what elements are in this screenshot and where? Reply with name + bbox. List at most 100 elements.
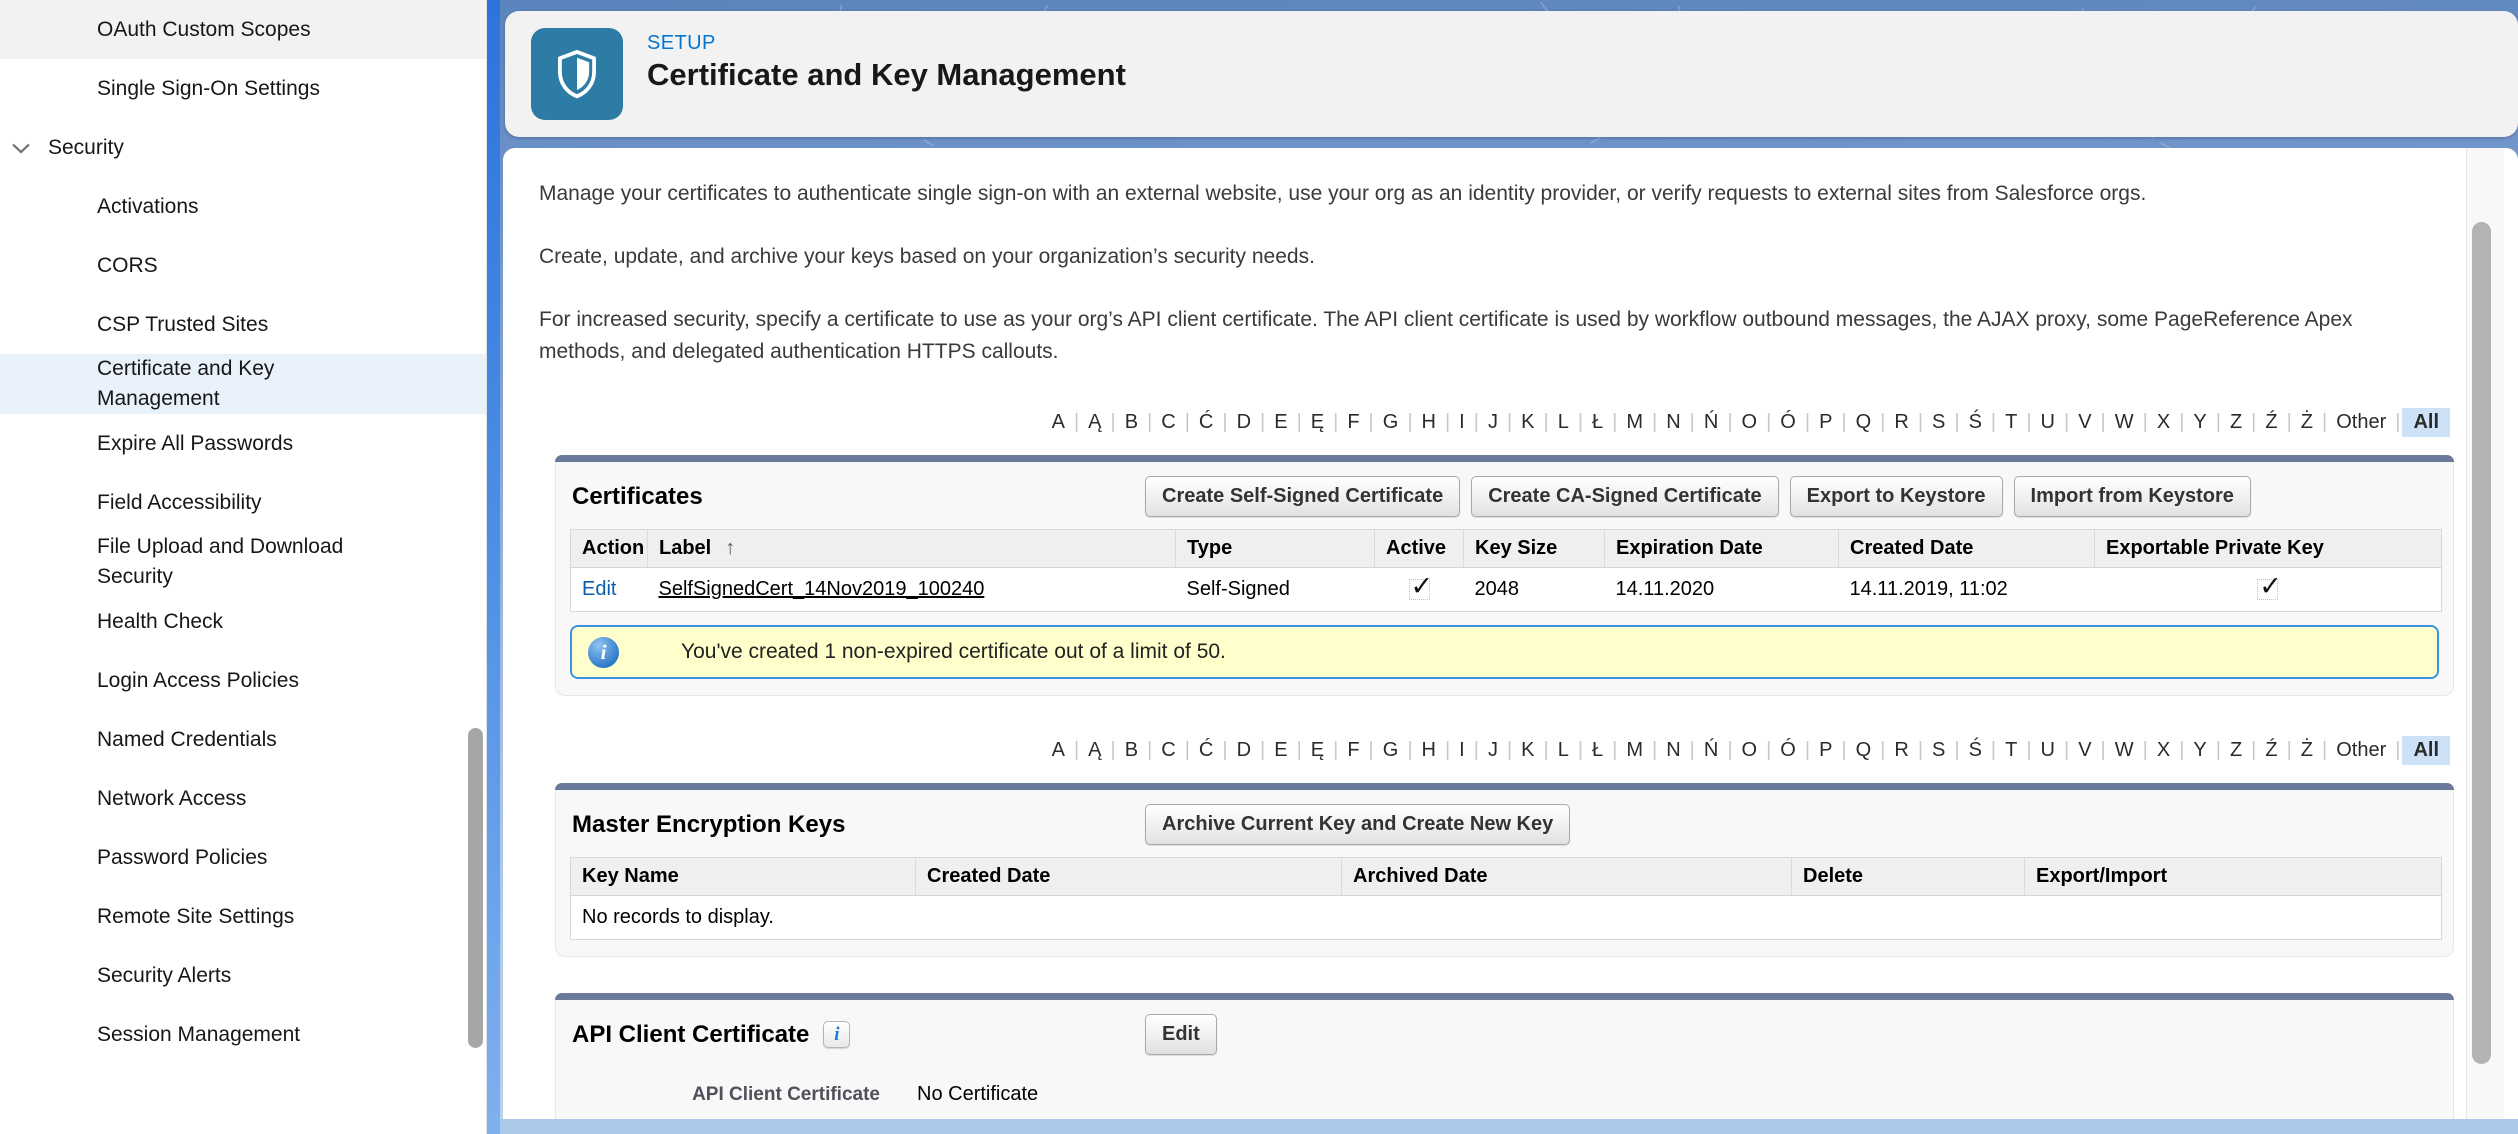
column-header-label[interactable]: Label↑: [648, 530, 1176, 568]
sidebar-item-login-access-policies[interactable]: Login Access Policies: [0, 651, 486, 710]
column-header-expiration-date[interactable]: Expiration Date: [1605, 530, 1839, 568]
info-icon-button[interactable]: i: [823, 1021, 850, 1048]
letter-link-[interactable]: Ę: [1302, 736, 1333, 765]
letter-link-g[interactable]: G: [1374, 408, 1408, 437]
sidebar-item-password-policies[interactable]: Password Policies: [0, 828, 486, 887]
sidebar-item-oauth-custom-scopes[interactable]: OAuth Custom Scopes: [0, 0, 486, 59]
content-scrollbar-thumb[interactable]: [2472, 222, 2491, 1064]
letter-link-l[interactable]: L: [1549, 736, 1578, 765]
letter-link-[interactable]: Ł: [1583, 408, 1612, 437]
sidebar-item-activations[interactable]: Activations: [0, 177, 486, 236]
edit-link[interactable]: Edit: [582, 578, 616, 600]
letter-link-[interactable]: Ę: [1302, 408, 1333, 437]
sidebar-item-csp-trusted-sites[interactable]: CSP Trusted Sites: [0, 295, 486, 354]
letter-link-n[interactable]: N: [1657, 736, 1689, 765]
letter-link-c[interactable]: C: [1152, 408, 1184, 437]
letter-link-w[interactable]: W: [2106, 408, 2143, 437]
column-header-key-name[interactable]: Key Name: [571, 858, 916, 896]
letter-link-l[interactable]: L: [1549, 408, 1578, 437]
letter-link-[interactable]: Ż: [2292, 408, 2322, 437]
column-header-active[interactable]: Active: [1375, 530, 1464, 568]
column-header-delete[interactable]: Delete: [1792, 858, 2025, 896]
sidebar-item-remote-site-settings[interactable]: Remote Site Settings: [0, 887, 486, 946]
letter-link-s[interactable]: S: [1923, 736, 1954, 765]
letter-link-f[interactable]: F: [1338, 408, 1368, 437]
letter-link-[interactable]: Ó: [1771, 736, 1805, 765]
sidebar-item-certificate-and-key-management[interactable]: Certificate and Key Management: [0, 354, 486, 414]
sidebar-item-expire-all-passwords[interactable]: Expire All Passwords: [0, 414, 486, 473]
edit-button[interactable]: Edit: [1145, 1014, 1217, 1055]
letter-link-other[interactable]: Other: [2327, 736, 2395, 765]
sidebar-item-named-credentials[interactable]: Named Credentials: [0, 710, 486, 769]
letter-link-k[interactable]: K: [1512, 736, 1543, 765]
letter-link-[interactable]: Ź: [2256, 736, 2286, 765]
letter-link-z[interactable]: Z: [2221, 736, 2251, 765]
letter-link-y[interactable]: Y: [2184, 736, 2215, 765]
import-from-keystore-button[interactable]: Import from Keystore: [2014, 476, 2251, 517]
column-header-export-import[interactable]: Export/Import: [2025, 858, 2442, 896]
letter-link-r[interactable]: R: [1885, 736, 1917, 765]
sidebar-item-security-alerts[interactable]: Security Alerts: [0, 946, 486, 1005]
letter-link-m[interactable]: M: [1617, 408, 1652, 437]
letter-link-[interactable]: Ł: [1583, 736, 1612, 765]
letter-link-[interactable]: Ó: [1771, 408, 1805, 437]
column-header-key-size[interactable]: Key Size: [1464, 530, 1605, 568]
letter-link-i[interactable]: I: [1450, 408, 1474, 437]
export-to-keystore-button[interactable]: Export to Keystore: [1790, 476, 2003, 517]
letter-link-u[interactable]: U: [2032, 736, 2064, 765]
letter-link-h[interactable]: H: [1413, 408, 1445, 437]
letter-link-[interactable]: Ś: [1960, 736, 1991, 765]
letter-link-x[interactable]: X: [2148, 736, 2179, 765]
column-header-archived-date[interactable]: Archived Date: [1342, 858, 1792, 896]
letter-link-[interactable]: Ą: [1079, 736, 1110, 765]
letter-link-d[interactable]: D: [1228, 408, 1260, 437]
content-scrollbar-track[interactable]: [2466, 148, 2504, 1120]
letter-link-s[interactable]: S: [1923, 408, 1954, 437]
letter-link-[interactable]: Ć: [1190, 736, 1222, 765]
letter-link-v[interactable]: V: [2069, 736, 2100, 765]
certificate-label-link[interactable]: SelfSignedCert_14Nov2019_100240: [659, 578, 985, 600]
create-self-signed-certificate-button[interactable]: Create Self-Signed Certificate: [1145, 476, 1460, 517]
sidebar-scrollbar-thumb[interactable]: [468, 728, 483, 1048]
letter-link-u[interactable]: U: [2032, 408, 2064, 437]
sidebar-item-session-management[interactable]: Session Management: [0, 1005, 486, 1064]
letter-link-[interactable]: Ń: [1695, 408, 1727, 437]
letter-link-m[interactable]: M: [1617, 736, 1652, 765]
letter-link-z[interactable]: Z: [2221, 408, 2251, 437]
letter-link-v[interactable]: V: [2069, 408, 2100, 437]
letter-link-[interactable]: Ń: [1695, 736, 1727, 765]
sidebar-item-field-accessibility[interactable]: Field Accessibility: [0, 473, 486, 532]
sidebar-item-health-check[interactable]: Health Check: [0, 592, 486, 651]
sidebar-item-security[interactable]: Security: [0, 118, 486, 177]
letter-link-q[interactable]: Q: [1847, 408, 1881, 437]
letter-link-g[interactable]: G: [1374, 736, 1408, 765]
letter-link-o[interactable]: O: [1733, 408, 1767, 437]
letter-link-[interactable]: Ą: [1079, 408, 1110, 437]
archive-current-key-and-create-new-key-button[interactable]: Archive Current Key and Create New Key: [1145, 804, 1570, 845]
letter-link-[interactable]: Ż: [2292, 736, 2322, 765]
sidebar-item-cors[interactable]: CORS: [0, 236, 486, 295]
letter-link-e[interactable]: E: [1265, 408, 1296, 437]
column-header-action[interactable]: Action: [571, 530, 648, 568]
create-ca-signed-certificate-button[interactable]: Create CA-Signed Certificate: [1471, 476, 1778, 517]
letter-link-q[interactable]: Q: [1847, 736, 1881, 765]
sidebar-item-file-upload-and-download-security[interactable]: File Upload and Download Security: [0, 532, 486, 592]
letter-link-other[interactable]: Other: [2327, 408, 2395, 437]
letter-link-c[interactable]: C: [1152, 736, 1184, 765]
letter-link-i[interactable]: I: [1450, 736, 1474, 765]
letter-link-[interactable]: Ź: [2256, 408, 2286, 437]
letter-link-t[interactable]: T: [1996, 408, 2026, 437]
column-header-created-date[interactable]: Created Date: [1839, 530, 2095, 568]
letter-link-h[interactable]: H: [1413, 736, 1445, 765]
letter-link-a[interactable]: A: [1043, 408, 1074, 437]
letter-link-p[interactable]: P: [1810, 736, 1841, 765]
letter-link-t[interactable]: T: [1996, 736, 2026, 765]
column-header-exportable-private-key[interactable]: Exportable Private Key: [2095, 530, 2442, 568]
letter-link-d[interactable]: D: [1228, 736, 1260, 765]
sidebar-item-network-access[interactable]: Network Access: [0, 769, 486, 828]
letter-link-a[interactable]: A: [1043, 736, 1074, 765]
letter-link-y[interactable]: Y: [2184, 408, 2215, 437]
letter-link-b[interactable]: B: [1116, 736, 1147, 765]
letter-link-k[interactable]: K: [1512, 408, 1543, 437]
letter-link-all[interactable]: All: [2402, 408, 2450, 437]
